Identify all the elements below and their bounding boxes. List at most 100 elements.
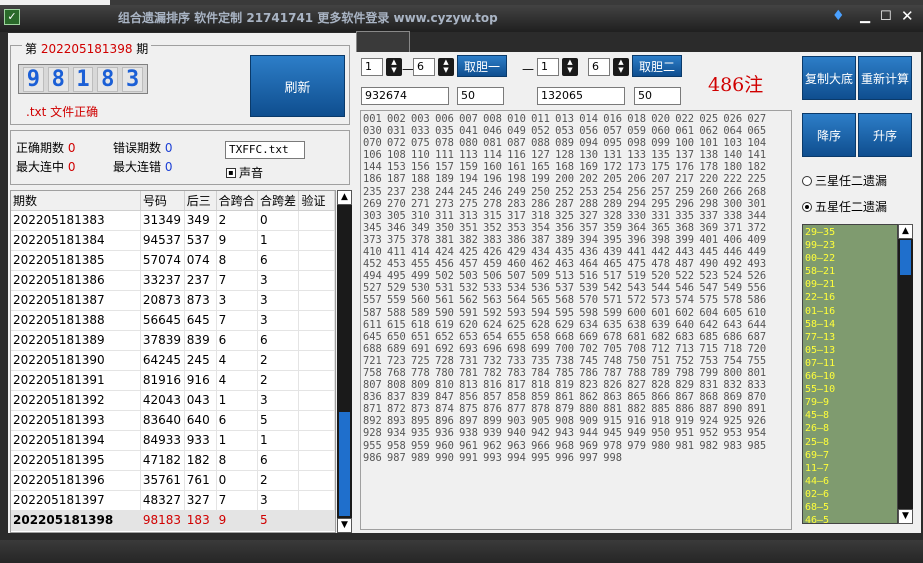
error-label: 错误期数 (113, 141, 162, 155)
copy-base-button[interactable]: 复制大底 (802, 56, 856, 100)
group2-count-input[interactable]: 50 (634, 87, 681, 105)
table-cell: 3 (257, 390, 300, 411)
table-row[interactable]: 202205181389 37839 839 6 6 (11, 330, 335, 351)
miss-item[interactable]: 58—14 (805, 318, 895, 331)
sort-asc-button[interactable]: 升序 (858, 113, 912, 157)
table-row[interactable]: 202205181386 33237 237 7 3 (11, 270, 335, 291)
table-cell: 84933 (140, 430, 185, 451)
column-header: 合跨合 (216, 191, 259, 211)
table-row[interactable]: 202205181387 20873 873 3 3 (11, 290, 335, 311)
skin-icon[interactable]: ♦ (832, 9, 848, 24)
take-dan1-button[interactable]: 取胆一 (457, 55, 507, 77)
miss-item[interactable]: 55—10 (805, 383, 895, 396)
miss-item[interactable]: 66—10 (805, 370, 895, 383)
tab-header[interactable] (356, 31, 410, 52)
table-cell: 074 (184, 250, 217, 271)
table-cell: 245 (184, 350, 217, 371)
issue-suffix: 期 (136, 42, 149, 56)
table-scroll-thumb[interactable] (339, 412, 350, 516)
group1-text-input[interactable]: 932674 (361, 87, 449, 105)
table-row[interactable]: 202205181390 64245 245 4 2 (11, 350, 335, 371)
miss-item[interactable]: 68—5 (805, 501, 895, 514)
table-row[interactable]: 202205181383 31349 349 2 0 (11, 210, 335, 231)
spin-arrows-icon[interactable]: ▲ ▼ (613, 58, 629, 76)
table-cell: 3 (257, 290, 300, 311)
table-cell (298, 450, 335, 471)
table-cell: 916 (184, 370, 217, 391)
table-cell: 7 (216, 270, 259, 291)
scroll-up-icon[interactable]: ▲ (337, 190, 352, 205)
checkbox-icon[interactable]: ▪ (226, 167, 236, 178)
minimize-icon[interactable]: ▁ (860, 9, 870, 24)
table-cell: 202205181396 (11, 470, 141, 491)
table-cell: 4 (216, 370, 259, 391)
spin-arrows-icon[interactable]: ▲ ▼ (386, 58, 402, 76)
table-row[interactable]: 202205181393 83640 640 6 5 (11, 410, 335, 431)
column-header: 号码 (140, 191, 185, 211)
table-cell: 3 (257, 270, 300, 291)
radio-five-star[interactable]: 五星任二遗漏 (802, 198, 887, 215)
miss-item[interactable]: 07—11 (805, 357, 895, 370)
table-row[interactable]: 202205181395 47182 182 8 6 (11, 450, 335, 471)
miss-item[interactable]: 69—7 (805, 449, 895, 462)
table-cell: 7 (216, 490, 259, 511)
miss-item[interactable]: 09—21 (805, 278, 895, 291)
group1-to[interactable]: 6 (413, 58, 435, 76)
radio-three-star[interactable]: 三星任二遗漏 (802, 172, 887, 189)
scroll-down-icon[interactable]: ▼ (337, 518, 352, 533)
table-row[interactable]: 202205181384 94537 537 9 1 (11, 230, 335, 251)
table-row[interactable]: 202205181385 57074 074 8 6 (11, 250, 335, 271)
scroll-up-icon[interactable]: ▲ (898, 224, 913, 239)
miss-item[interactable]: 05—13 (805, 344, 895, 357)
group2-from[interactable]: 1 (537, 58, 559, 76)
sort-desc-button[interactable]: 降序 (802, 113, 856, 157)
take-dan2-button[interactable]: 取胆二 (632, 55, 682, 77)
miss-item[interactable]: 58—21 (805, 265, 895, 278)
table-cell: 3 (257, 310, 300, 331)
table-row[interactable]: 202205181398 98183 183 9 5 (11, 510, 335, 531)
miss-item[interactable]: 45—8 (805, 409, 895, 422)
file-name-input[interactable]: TXFFC.txt (225, 141, 305, 159)
table-row[interactable]: 202205181394 84933 933 1 1 (11, 430, 335, 451)
miss-item[interactable]: 26—8 (805, 422, 895, 435)
sound-checkbox[interactable]: ▪ 声音 (226, 164, 263, 181)
maximize-icon[interactable]: ☐ (880, 9, 892, 24)
group2-text-input[interactable]: 132065 (537, 87, 625, 105)
table-row[interactable]: 202205181396 35761 761 0 2 (11, 470, 335, 491)
radio-selected-icon[interactable] (802, 201, 812, 212)
miss-item[interactable]: 79—9 (805, 396, 895, 409)
close-icon[interactable]: ✕ (901, 7, 914, 25)
miss-item[interactable]: 77—13 (805, 331, 895, 344)
history-table: 期数 号码 后三 合跨合 合跨差 验证 202205181383 31349 349 2 0 202… (10, 190, 336, 533)
miss-item[interactable]: 22—16 (805, 291, 895, 304)
miss-item[interactable]: 29—35 (805, 226, 895, 239)
miss-item[interactable]: 02—6 (805, 488, 895, 501)
group2-to[interactable]: 6 (588, 58, 610, 76)
group1-from[interactable]: 1 (361, 58, 383, 76)
table-cell (298, 210, 335, 231)
miss-scroll-thumb[interactable] (900, 240, 911, 275)
table-row[interactable]: 202205181391 81916 916 4 2 (11, 370, 335, 391)
recalc-button[interactable]: 重新计算 (858, 56, 912, 100)
table-cell: 202205181386 (11, 270, 141, 291)
radio-icon[interactable] (802, 175, 812, 186)
miss-item[interactable]: 25—8 (805, 436, 895, 449)
refresh-button[interactable]: 刷新 (250, 55, 345, 117)
miss-item[interactable]: 01—16 (805, 305, 895, 318)
miss-item[interactable]: 46—5 (805, 514, 895, 523)
miss-item[interactable]: 99—23 (805, 239, 895, 252)
table-cell: 5 (257, 410, 300, 431)
scroll-down-icon[interactable]: ▼ (898, 509, 913, 524)
spin-arrows-icon[interactable]: ▲ ▼ (562, 58, 578, 76)
table-row[interactable]: 202205181392 42043 043 1 3 (11, 390, 335, 411)
table-cell: 98183 (140, 510, 185, 531)
spin-arrows-icon[interactable]: ▲ ▼ (438, 58, 454, 76)
miss-item[interactable]: 00—22 (805, 252, 895, 265)
table-cell: 202205181389 (11, 330, 141, 351)
miss-item[interactable]: 11—7 (805, 462, 895, 475)
digit: 9 (23, 67, 44, 92)
miss-item[interactable]: 44—6 (805, 475, 895, 488)
table-row[interactable]: 202205181397 48327 327 7 3 (11, 490, 335, 511)
group1-count-input[interactable]: 50 (457, 87, 504, 105)
table-row[interactable]: 202205181388 56645 645 7 3 (11, 310, 335, 331)
